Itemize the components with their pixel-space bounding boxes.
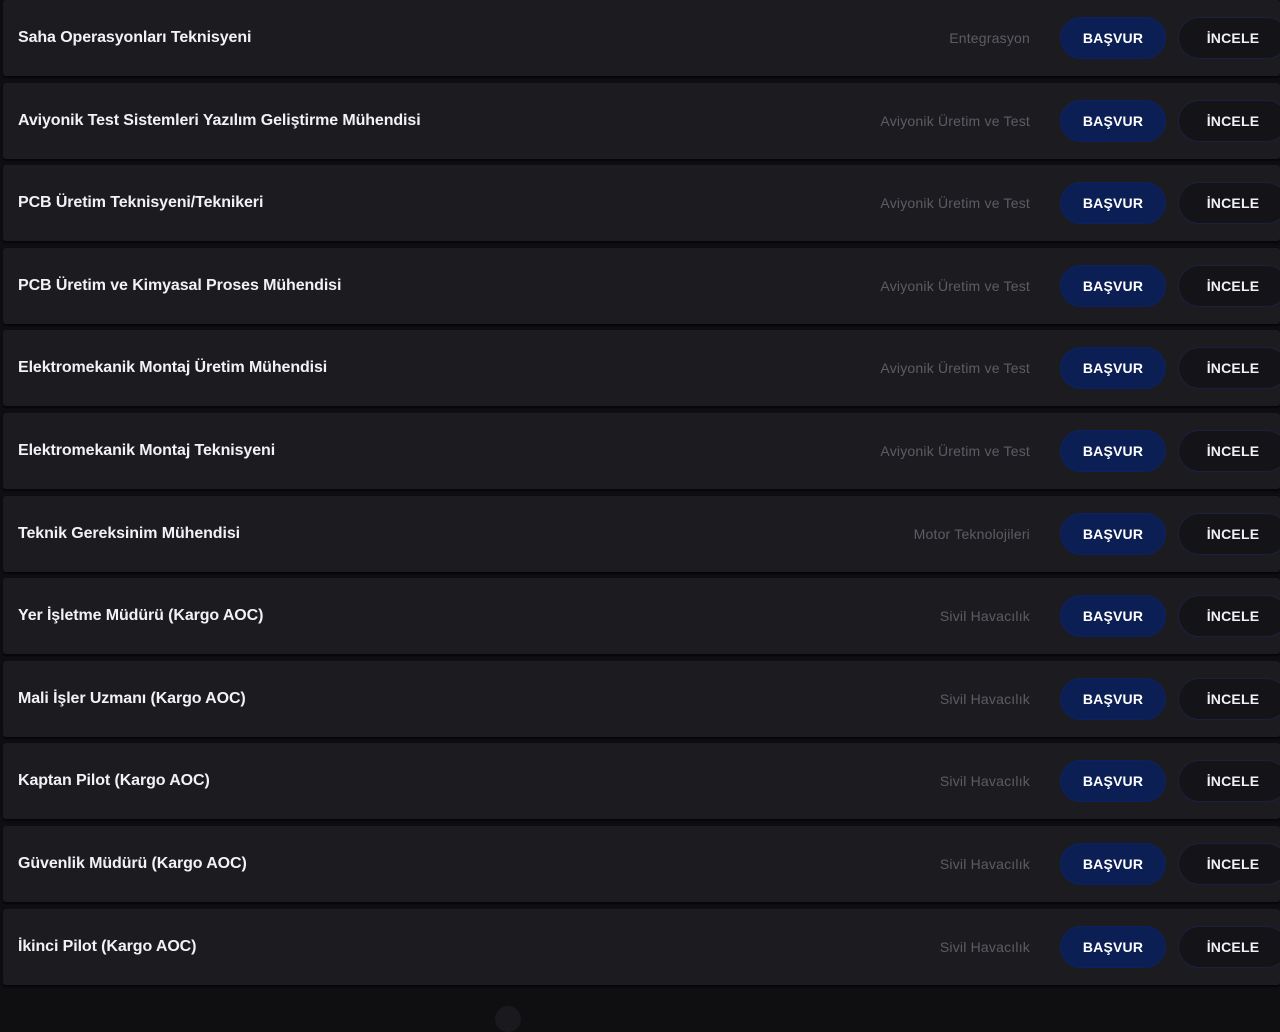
- job-title: Elektromekanik Montaj Teknisyeni: [18, 441, 276, 459]
- job-row: Elektromekanik Montaj Teknisyeni Aviyoni…: [3, 412, 1280, 489]
- job-row: Elektromekanik Montaj Üretim Mühendisi A…: [3, 330, 1280, 407]
- job-title: Saha Operasyonları Teknisyeni: [18, 29, 252, 46]
- apply-button[interactable]: BAŞVUR: [1060, 925, 1166, 968]
- apply-button[interactable]: BAŞVUR: [1060, 677, 1166, 720]
- job-row: Teknik Gereksinim Mühendisi Motor Teknol…: [3, 495, 1280, 572]
- review-button[interactable]: İNCELE: [1178, 347, 1280, 390]
- job-title: Mali İşler Uzmanı (Kargo AOC): [18, 689, 246, 707]
- apply-button[interactable]: BAŞVUR: [1060, 512, 1166, 555]
- apply-button[interactable]: BAŞVUR: [1060, 17, 1166, 59]
- job-department: Aviyonik Üretim ve Test: [880, 195, 1030, 212]
- apply-button[interactable]: BAŞVUR: [1060, 842, 1166, 885]
- job-row: Aviyonik Test Sistemleri Yazılım Gelişti…: [3, 82, 1280, 159]
- job-title: Kaptan Pilot (Kargo AOC): [18, 772, 210, 790]
- job-row: İkinci Pilot (Kargo AOC) Sivil Havacılık…: [3, 908, 1280, 985]
- job-title: PCB Üretim Teknisyeni/Teknikeri: [18, 194, 264, 212]
- job-row: Yer İşletme Müdürü (Kargo AOC) Sivil Hav…: [3, 578, 1280, 655]
- job-row: PCB Üretim Teknisyeni/Teknikeri Aviyonik…: [3, 165, 1280, 242]
- job-title: Teknik Gereksinim Mühendisi: [18, 524, 240, 542]
- review-button[interactable]: İNCELE: [1178, 677, 1280, 720]
- job-title: İkinci Pilot (Kargo AOC): [18, 937, 197, 955]
- job-department: Sivil Havacılık: [939, 938, 1030, 955]
- job-title: Aviyonik Test Sistemleri Yazılım Gelişti…: [18, 111, 421, 129]
- job-title: Güvenlik Müdürü (Kargo AOC): [18, 854, 247, 872]
- review-button[interactable]: İNCELE: [1178, 264, 1280, 307]
- apply-button[interactable]: BAŞVUR: [1060, 182, 1166, 225]
- review-button[interactable]: İNCELE: [1178, 17, 1280, 59]
- job-title: Yer İşletme Müdürü (Kargo AOC): [18, 607, 264, 625]
- job-department: Motor Teknolojileri: [913, 525, 1030, 542]
- job-title: Elektromekanik Montaj Üretim Mühendisi: [18, 359, 328, 377]
- review-button[interactable]: İNCELE: [1178, 182, 1280, 225]
- job-row: Güvenlik Müdürü (Kargo AOC) Sivil Havacı…: [3, 825, 1280, 902]
- review-button[interactable]: İNCELE: [1178, 595, 1280, 638]
- review-button[interactable]: İNCELE: [1178, 429, 1280, 472]
- job-row: Saha Operasyonları Teknisyeni Entegrasyo…: [3, 0, 1280, 76]
- job-department: Aviyonik Üretim ve Test: [880, 277, 1030, 294]
- review-button[interactable]: İNCELE: [1178, 512, 1280, 555]
- pagination-indicator[interactable]: [495, 1006, 521, 1032]
- apply-button[interactable]: BAŞVUR: [1060, 760, 1166, 803]
- review-button[interactable]: İNCELE: [1178, 842, 1280, 885]
- job-row: Kaptan Pilot (Kargo AOC) Sivil Havacılık…: [3, 743, 1280, 820]
- job-row: PCB Üretim ve Kimyasal Proses Mühendisi …: [3, 247, 1280, 324]
- apply-button[interactable]: BAŞVUR: [1060, 429, 1166, 472]
- job-department: Entegrasyon: [949, 30, 1030, 46]
- job-department: Aviyonik Üretim ve Test: [880, 360, 1030, 377]
- review-button[interactable]: İNCELE: [1178, 760, 1280, 803]
- job-list: Saha Operasyonları Teknisyeni Entegrasyo…: [3, 0, 1280, 991]
- review-button[interactable]: İNCELE: [1178, 925, 1280, 968]
- review-button[interactable]: İNCELE: [1178, 99, 1280, 142]
- job-department: Aviyonik Üretim ve Test: [880, 112, 1030, 129]
- job-department: Aviyonik Üretim ve Test: [880, 442, 1030, 459]
- apply-button[interactable]: BAŞVUR: [1060, 264, 1166, 307]
- apply-button[interactable]: BAŞVUR: [1060, 595, 1166, 638]
- job-department: Sivil Havacılık: [939, 855, 1030, 872]
- job-department: Sivil Havacılık: [939, 690, 1030, 707]
- job-row: Mali İşler Uzmanı (Kargo AOC) Sivil Hava…: [3, 660, 1280, 737]
- apply-button[interactable]: BAŞVUR: [1060, 347, 1166, 390]
- apply-button[interactable]: BAŞVUR: [1060, 99, 1166, 142]
- job-department: Sivil Havacılık: [939, 773, 1030, 790]
- job-department: Sivil Havacılık: [939, 608, 1030, 625]
- job-title: PCB Üretim ve Kimyasal Proses Mühendisi: [18, 276, 342, 294]
